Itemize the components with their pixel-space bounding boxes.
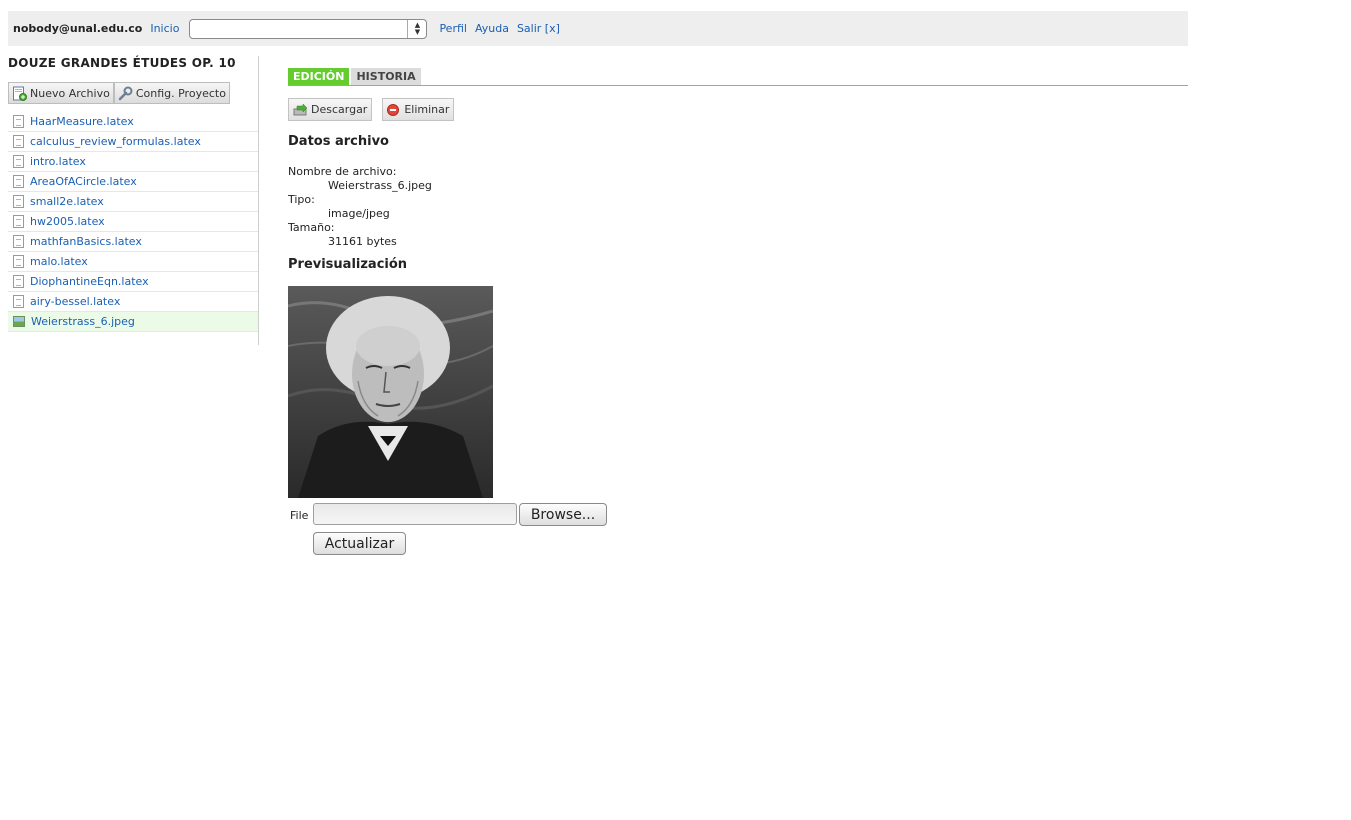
project-select[interactable]: ▲ ▼ [189,18,428,39]
file-field-label: File [290,509,309,522]
file-list-item: malo.latex [8,252,258,272]
file-metadata: Nombre de archivo: Weierstrass_6.jpeg Ti… [288,165,1188,249]
wrench-icon [118,86,133,100]
file-list-item: calculus_review_formulas.latex [8,132,258,152]
file-list-item: airy-bessel.latex [8,292,258,312]
document-icon [13,175,24,188]
file-list: HaarMeasure.latex calculus_review_formula… [8,112,258,332]
new-file-label: Nuevo Archivo [30,86,110,100]
download-icon [293,103,307,115]
type-label: Tipo: [288,193,315,206]
help-link[interactable]: Ayuda [475,22,509,35]
project-title: DOUZE GRANDES ÉTUDES OP. 10 [8,56,236,70]
delete-icon [387,103,400,116]
tab-edit[interactable]: EDICIÓN [288,68,350,85]
preview-heading: Previsualización [288,257,408,272]
file-link[interactable]: HaarMeasure.latex [30,115,134,128]
tab-history[interactable]: HISTORIA [351,68,421,85]
file-list-item: AreaOfACircle.latex [8,172,258,192]
new-file-button[interactable]: Nuevo Archivo [8,82,114,104]
filename-label: Nombre de archivo: [288,165,397,178]
file-data-heading: Datos archivo [288,134,389,149]
file-list-item: HaarMeasure.latex [8,112,258,132]
size-value: 31161 bytes [328,235,397,248]
home-link[interactable]: Inicio [150,22,179,35]
document-icon [13,195,24,208]
logout-link[interactable]: Salir [x] [517,22,560,35]
update-button[interactable]: Actualizar [313,532,406,555]
main-panel: EDICIÓN HISTORIA Descargar Eliminar Dato… [288,68,1188,498]
file-list-item: small2e.latex [8,192,258,212]
file-link[interactable]: intro.latex [30,155,86,168]
document-icon [13,255,24,268]
project-config-button[interactable]: Config. Proyecto [113,82,230,104]
top-bar: nobody@unal.edu.co Inicio ▲ ▼ Perfil Ayud… [8,11,1188,46]
document-icon [13,115,24,128]
file-path-input[interactable] [313,503,517,525]
file-link[interactable]: small2e.latex [30,195,104,208]
type-value: image/jpeg [328,207,390,220]
preview-image [288,286,493,498]
sidebar-toolbar: Nuevo Archivo Config. Proyecto [8,82,258,104]
filename-value: Weierstrass_6.jpeg [328,179,432,192]
image-file-icon [13,316,25,327]
file-list-item: intro.latex [8,152,258,172]
delete-button[interactable]: Eliminar [382,98,455,121]
file-list-item: Weierstrass_6.jpeg [8,312,258,332]
delete-label: Eliminar [404,103,450,116]
document-icon [13,155,24,168]
document-icon [13,295,24,308]
project-config-label: Config. Proyecto [135,86,226,100]
select-arrows-icon: ▲ ▼ [407,19,426,38]
size-label: Tamaño: [288,221,335,234]
file-link[interactable]: hw2005.latex [30,215,105,228]
document-icon [13,235,24,248]
document-icon [13,275,24,288]
file-link[interactable]: malo.latex [30,255,88,268]
sidebar: DOUZE GRANDES ÉTUDES OP. 10 Nuevo Archiv… [8,56,259,345]
document-icon [13,215,24,228]
browse-button[interactable]: Browse... [519,503,607,526]
tab-bar: EDICIÓN HISTORIA [288,68,1188,86]
file-actions: Descargar Eliminar [288,98,1188,121]
file-link[interactable]: AreaOfACircle.latex [30,175,137,188]
file-link[interactable]: airy-bessel.latex [30,295,120,308]
new-file-icon [13,86,27,101]
file-link[interactable]: mathfanBasics.latex [30,235,142,248]
file-link[interactable]: Weierstrass_6.jpeg [31,315,135,328]
file-link[interactable]: calculus_review_formulas.latex [30,135,201,148]
file-list-item: hw2005.latex [8,212,258,232]
file-link[interactable]: DiophantineEqn.latex [30,275,149,288]
download-label: Descargar [311,103,368,116]
file-list-item: mathfanBasics.latex [8,232,258,252]
download-button[interactable]: Descargar [288,98,373,121]
user-email: nobody@unal.edu.co [13,22,143,35]
document-icon [13,135,24,148]
file-list-item: DiophantineEqn.latex [8,272,258,292]
profile-link[interactable]: Perfil [439,22,467,35]
